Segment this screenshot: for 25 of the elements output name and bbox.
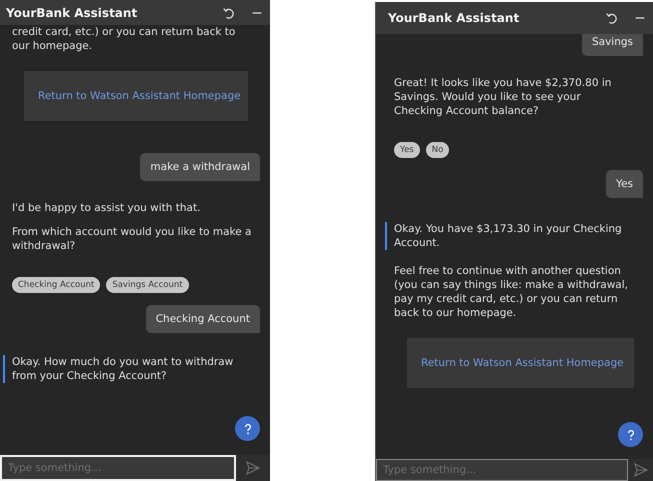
bot-message: I'd be happy to assist you with that. — [12, 201, 202, 215]
bot-message: From which account would you like to make a withdrawal? — [12, 225, 252, 253]
bot-message: Okay. You have $3,173.30 in your Checking Account. — [385, 222, 632, 250]
window-title: YourBank Assistant — [388, 11, 520, 25]
homepage-link[interactable]: Return to Watson Assistant Homepage — [38, 90, 241, 102]
send-icon[interactable] — [632, 462, 648, 478]
option-chip[interactable]: Checking Account — [12, 277, 100, 293]
user-message: Savings — [582, 34, 643, 56]
option-chip[interactable]: No — [426, 142, 450, 158]
send-icon[interactable] — [245, 460, 261, 476]
user-message: make a withdrawal — [140, 153, 260, 181]
help-button[interactable] — [618, 422, 643, 447]
help-button[interactable] — [235, 416, 260, 441]
option-chip[interactable]: Yes — [394, 142, 420, 158]
homepage-link[interactable]: Return to Watson Assistant Homepage — [421, 357, 624, 369]
bot-message: Great! It looks like you have $2,370.80 in Savings. Would you like to see your Checking Account balance? — [394, 76, 612, 118]
restart-icon[interactable] — [222, 6, 236, 20]
restart-icon[interactable] — [605, 11, 619, 25]
option-chip[interactable]: Savings Account — [106, 277, 189, 293]
bot-message: Feel free to continue with another question (you can say things like: make a withdrawal, pay my credit card, etc.) or you can return back to our homepage. — [394, 264, 629, 320]
user-message: Checking Account — [146, 305, 260, 333]
window-title: YourBank Assistant — [6, 6, 138, 20]
bot-message: Okay. How much do you want to withdraw from your Checking Account? — [3, 355, 252, 383]
user-message: Yes — [606, 170, 643, 198]
bot-message: credit card, etc.) or you can return back to our homepage. — [12, 25, 236, 53]
